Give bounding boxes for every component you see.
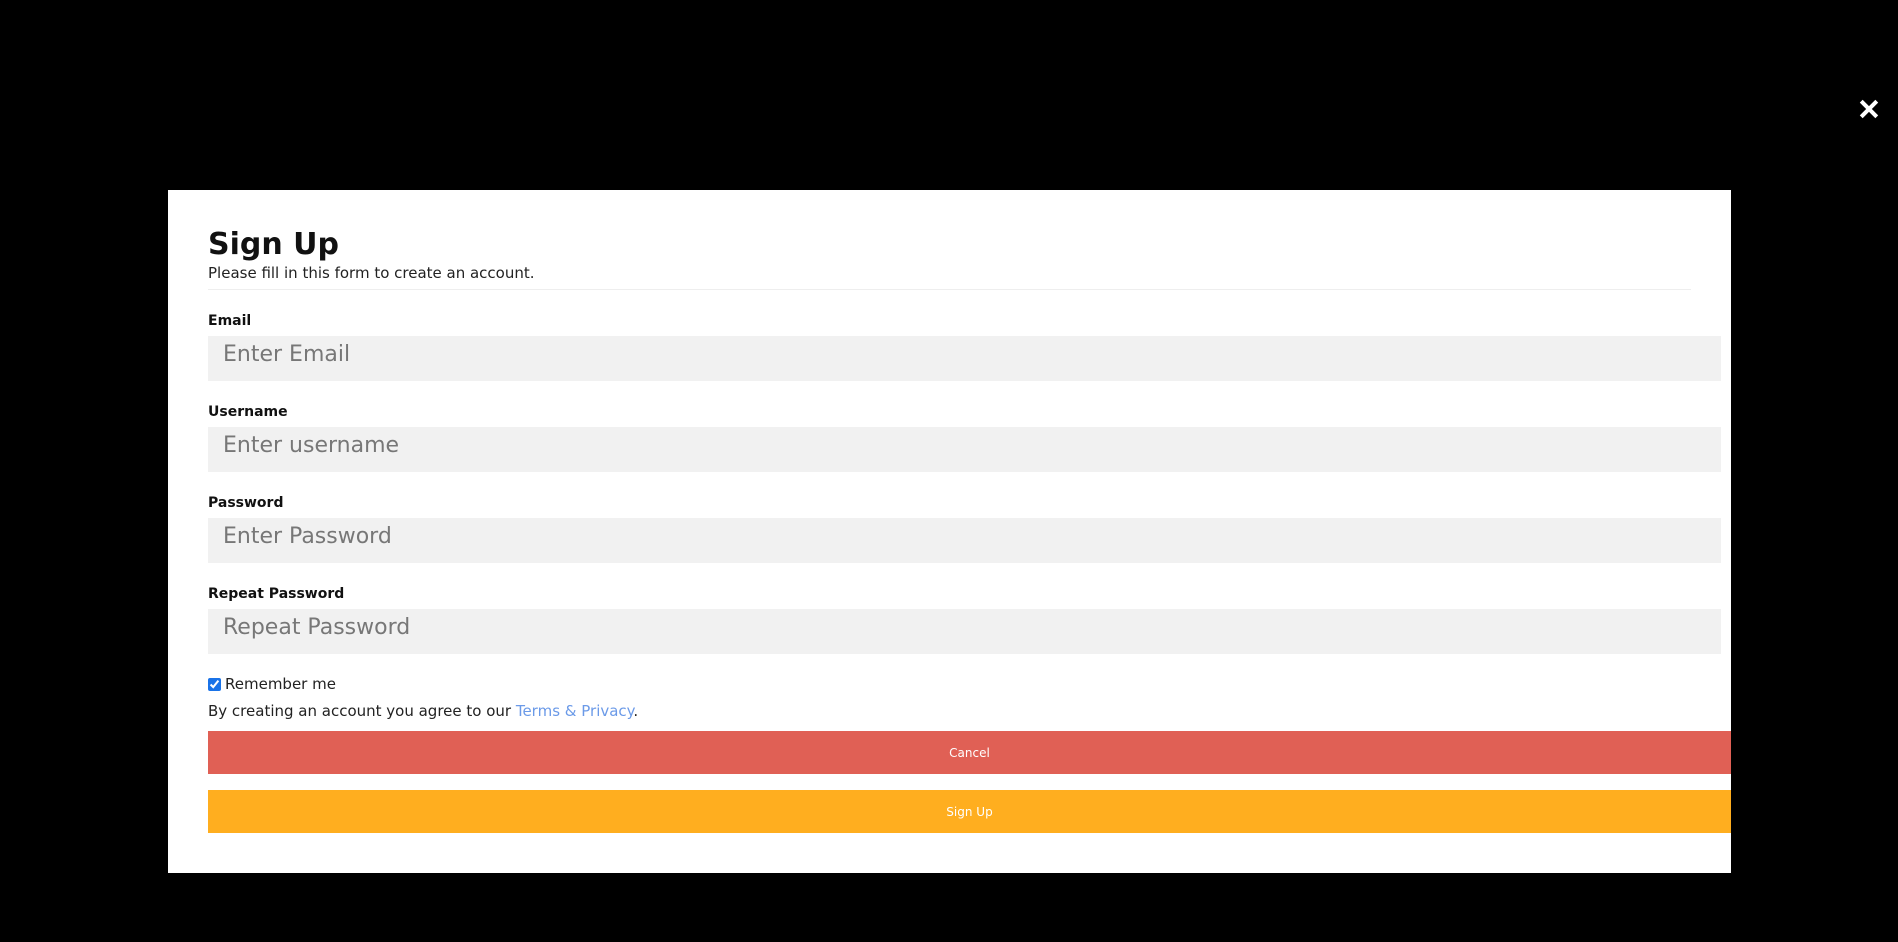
terms-prefix: By creating an account you agree to our	[208, 702, 516, 720]
signup-modal: Sign Up Please fill in this form to crea…	[168, 190, 1731, 873]
terms-suffix: .	[633, 702, 639, 720]
signup-button[interactable]: Sign Up	[208, 790, 1731, 833]
divider	[208, 289, 1691, 290]
remember-me[interactable]: Remember me	[208, 674, 1721, 694]
password-label: Password	[208, 495, 284, 511]
terms-text: By creating an account you agree to our …	[208, 701, 1721, 721]
cancel-button[interactable]: Cancel	[208, 731, 1731, 774]
signup-form: Sign Up Please fill in this form to crea…	[208, 227, 1731, 833]
remember-me-label: Remember me	[225, 675, 336, 693]
repeat-password-field[interactable]	[208, 609, 1721, 654]
email-label: Email	[208, 313, 252, 329]
form-subtitle: Please fill in this form to create an ac…	[208, 264, 535, 282]
terms-privacy-link[interactable]: Terms & Privacy	[516, 702, 634, 720]
remember-me-checkbox[interactable]	[208, 677, 221, 691]
email-field[interactable]	[208, 336, 1721, 381]
username-label: Username	[208, 404, 288, 420]
page-title: Sign Up	[208, 227, 340, 262]
repeat-password-label: Repeat Password	[208, 586, 345, 602]
close-icon[interactable]	[1856, 96, 1882, 122]
username-field[interactable]	[208, 427, 1721, 472]
password-field[interactable]	[208, 518, 1721, 563]
modal-overlay[interactable]: Sign Up Please fill in this form to crea…	[0, 0, 1898, 942]
